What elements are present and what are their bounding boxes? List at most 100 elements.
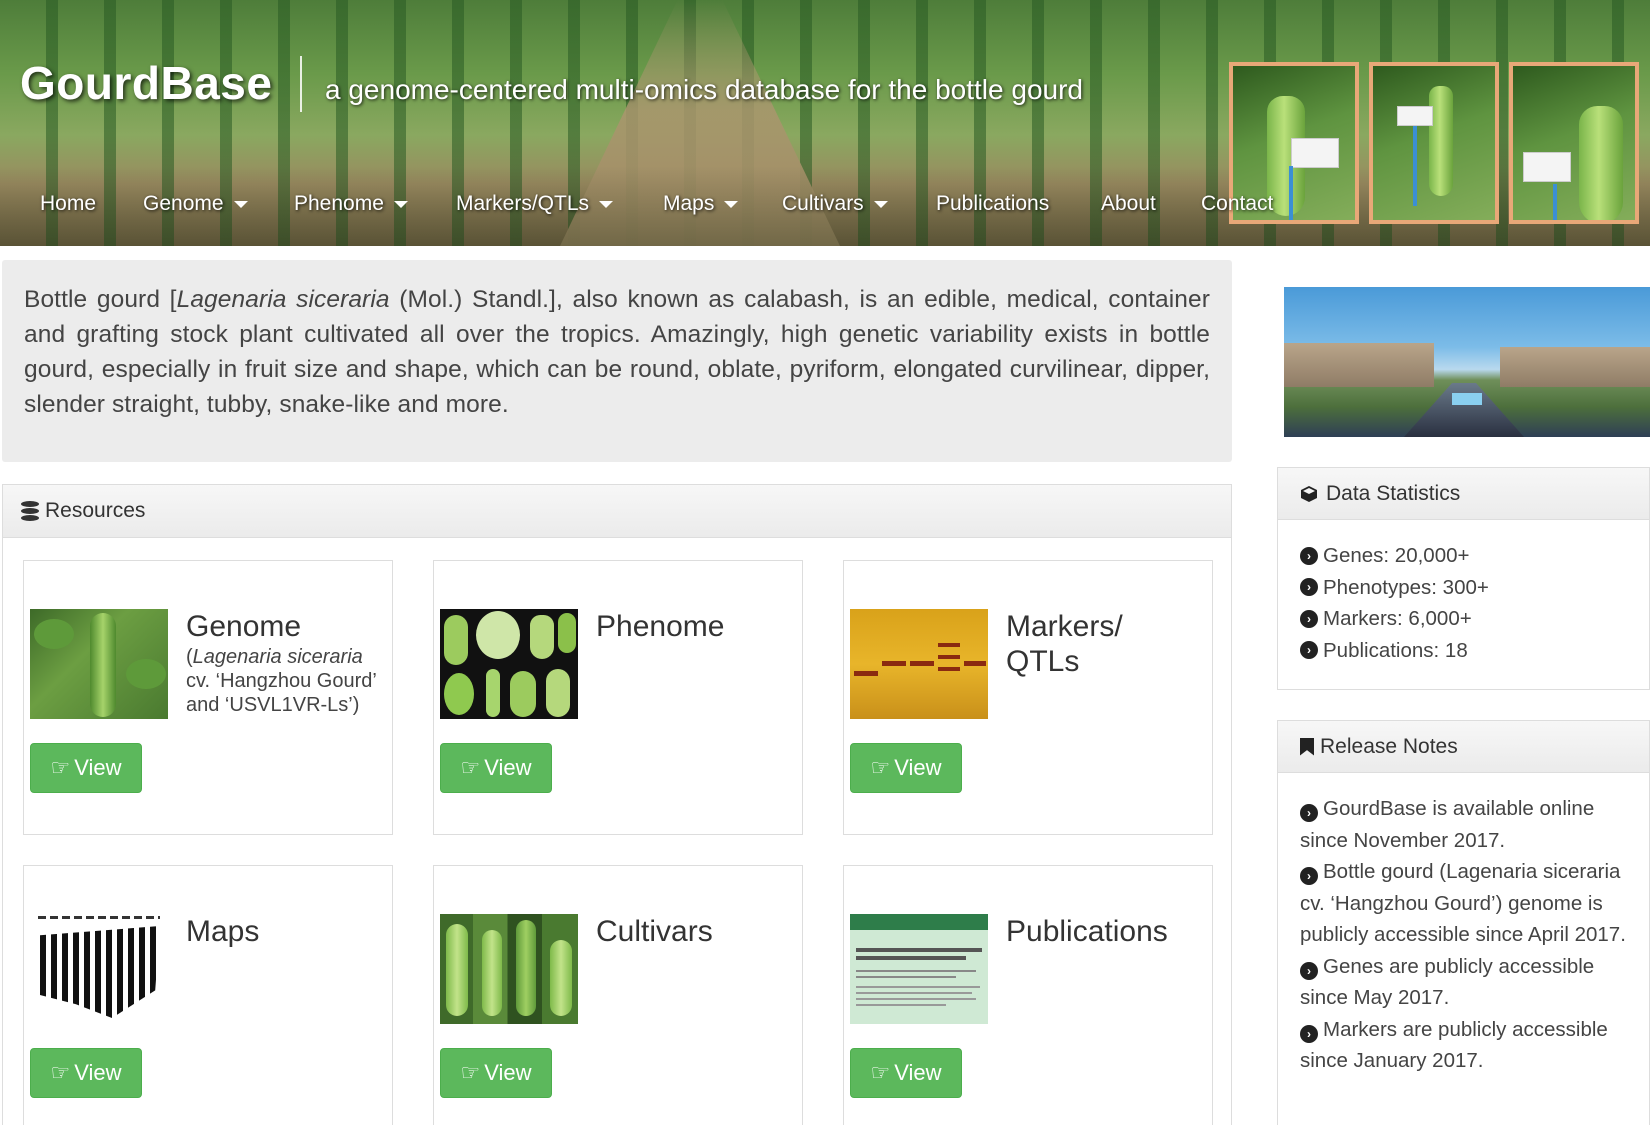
resources-header: Resources [3,485,1231,538]
resources-heading: Resources [45,499,146,522]
card-genome-subtitle-species: Lagenaria siceraria [192,646,363,668]
data-statistics-panel: Data Statistics › Genes: 20,000+ › Phenoty… [1277,467,1650,690]
nav-phenome-label: Phenome [294,192,384,215]
hand-pointer-icon: ☞ [460,1060,481,1085]
nav-about-label: About [1101,192,1156,215]
intro-text: Bottle gourd [Lagenaria siceraria (Mol.)… [24,282,1210,422]
card-publications-title: Publications [1006,915,1168,948]
nav-contact[interactable]: Contact [1201,192,1273,216]
nav-phenome[interactable]: Phenome [294,192,408,216]
release-notes-heading: Release Notes [1320,734,1458,758]
nav-home-label: Home [40,192,97,215]
markers-view-button[interactable]: ☞ View [850,743,962,793]
nav-maps[interactable]: Maps [663,192,739,216]
genome-view-label: View [74,755,122,780]
markers-view-label: View [894,755,942,780]
card-genome-subtitle-open: ( [186,646,193,668]
nav-genome[interactable]: Genome [143,192,248,216]
nav-publications[interactable]: Publications [936,192,1049,216]
chevron-down-icon [233,200,248,208]
intro-panel: Bottle gourd [Lagenaria siceraria (Mol.)… [2,260,1232,462]
chevron-down-icon [724,200,739,208]
release-note-text-4: Markers are publicly accessible since Ja… [1300,1017,1608,1073]
release-note-item: › Genes are publicly accessible since May… [1300,951,1627,1014]
chevron-right-circle-icon: › [1300,641,1318,660]
publications-journal-image [850,914,988,1024]
hand-pointer-icon: ☞ [460,755,481,780]
maps-image [30,914,168,1024]
nav-about[interactable]: About [1101,192,1156,216]
chevron-right-circle-icon: › [1300,578,1318,597]
publications-view-label: View [894,1060,942,1085]
card-phenome: Phenome ☞ View [433,560,803,835]
card-maps-title: Maps [186,915,260,948]
site-tagline: a genome-centered multi-omics database f… [325,74,1083,105]
genome-view-button[interactable]: ☞ View [30,743,142,793]
chevron-right-circle-icon: › [1300,609,1318,628]
phenome-view-button[interactable]: ☞ View [440,743,552,793]
card-genome-subtitle: (Lagenaria siceraria cv. ‘Hangzhou Gourd… [186,645,386,717]
data-statistics-header: Data Statistics [1278,468,1649,520]
site-header: GourdBase a genome-centered multi-omics … [0,0,1650,246]
cube-icon [1301,485,1317,502]
release-notes-list: › GourdBase is available online since Nov… [1278,773,1649,1077]
intro-species-name: Lagenaria siceraria [176,286,390,313]
card-markers-title: Markers/QTLs [1006,609,1123,679]
chevron-right-circle-icon: › [1300,1024,1318,1043]
card-genome: Genome (Lagenaria siceraria cv. ‘Hangzho… [23,560,393,835]
nav-markers-qtls[interactable]: Markers/QTLs [456,192,614,216]
stat-markers: › Markers: 6,000+ [1300,603,1627,635]
release-notes-header: Release Notes [1278,721,1649,773]
card-cultivars-title: Cultivars [596,915,713,948]
genome-image [30,609,168,719]
stat-markers-text: Markers: 6,000+ [1323,607,1472,630]
nav-cultivars-label: Cultivars [782,192,864,215]
card-maps: Maps ☞ View [23,865,393,1125]
data-statistics-heading: Data Statistics [1326,481,1461,505]
stat-genes-text: Genes: 20,000+ [1323,544,1470,567]
markers-gel-image [850,609,988,719]
card-publications: Publications ☞ View [843,865,1213,1125]
card-genome-title: Genome [186,610,302,643]
stat-phenotypes: › Phenotypes: 300+ [1300,572,1627,604]
chevron-right-circle-icon: › [1300,546,1318,565]
card-genome-subtitle-rest: cv. ‘Hangzhou Gourd’ and ‘USVL1VR-Ls’) [186,670,377,716]
phenome-view-label: View [484,755,532,780]
brand-divider [300,56,302,112]
resources-panel: Resources Genome (Lagenaria siceraria cv… [2,484,1232,1125]
cultivars-view-button[interactable]: ☞ View [440,1048,552,1098]
header-photo-gourd-3 [1509,62,1639,224]
nav-home[interactable]: Home [40,192,96,216]
maps-view-label: View [74,1060,122,1085]
bookmark-icon [1300,737,1314,756]
chevron-right-circle-icon: › [1300,804,1318,822]
hand-pointer-icon: ☞ [870,1060,891,1085]
publications-view-button[interactable]: ☞ View [850,1048,962,1098]
release-note-item: › Bottle gourd (Lagenaria siceraria cv. ‘… [1300,856,1627,951]
release-note-text-2: Bottle gourd (Lagenaria siceraria cv. ‘H… [1300,860,1626,946]
phenome-image [440,609,578,719]
maps-view-button[interactable]: ☞ View [30,1048,142,1098]
hand-pointer-icon: ☞ [50,755,71,780]
chevron-right-circle-icon: › [1300,961,1318,980]
site-brand[interactable]: GourdBase [20,56,272,110]
chevron-down-icon [393,200,408,208]
card-markers-qtls: Markers/QTLs ☞ View [843,560,1213,835]
nav-contact-label: Contact [1201,192,1274,215]
nav-markers-label: Markers/QTLs [456,192,590,215]
stat-phenotypes-text: Phenotypes: 300+ [1323,575,1489,599]
nav-genome-label: Genome [143,192,224,215]
release-notes-panel: Release Notes › GourdBase is available on… [1277,720,1650,1125]
release-note-item: › GourdBase is available online since Nov… [1300,793,1627,856]
card-cultivars: Cultivars ☞ View [433,865,803,1125]
nav-publications-label: Publications [936,192,1050,215]
nav-cultivars[interactable]: Cultivars [782,192,888,216]
card-markers-title-line1: Markers/ [1006,610,1123,643]
campus-photo [1284,287,1650,437]
chevron-down-icon [873,200,888,208]
database-icon [21,501,39,521]
cultivars-view-label: View [484,1060,532,1085]
stat-publications-text: Publications: 18 [1323,638,1468,662]
card-markers-title-line2: QTLs [1006,645,1080,678]
release-note-item: › Markers are publicly accessible since J… [1300,1014,1627,1077]
